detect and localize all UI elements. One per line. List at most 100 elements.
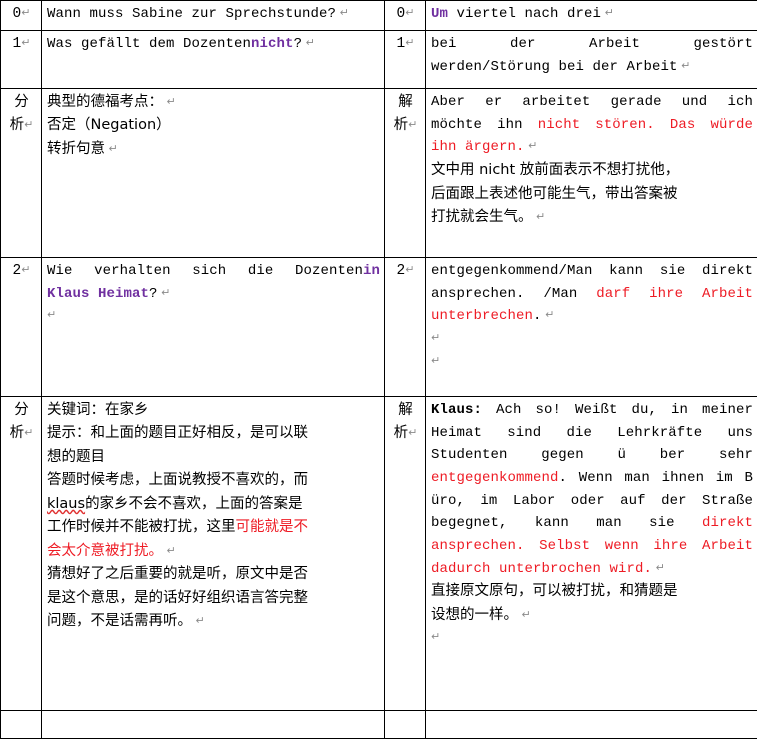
question-number-left: 2↵ xyxy=(1,258,42,397)
text-run: 典型的德福考点： xyxy=(47,94,163,110)
text-run: 问题，不是话需再听。 xyxy=(47,613,192,629)
answer-text-cell: bei der Arbeit gestört werden/Störung bei… xyxy=(426,31,757,89)
text-run: entgegenkommend/Man kann sie direkt xyxy=(431,263,753,279)
text-line: 典型的德福考点： ↵ xyxy=(47,91,380,114)
misspelled-word: klaus xyxy=(47,496,85,512)
text-run: 否定（Negation） xyxy=(47,117,171,133)
text-run: 关键词：在家乡 xyxy=(47,402,149,418)
pilcrow-mark: ↵ xyxy=(24,426,33,439)
text-line: 会太介意被打扰。 ↵ xyxy=(47,540,380,563)
pilcrow-mark: ↵ xyxy=(47,308,56,321)
answer-text: 可能就是不 xyxy=(236,519,309,535)
pilcrow-mark: ↵ xyxy=(678,59,691,72)
text-run: 文中用 nicht 放前面表示不想打扰他， xyxy=(431,162,679,178)
answer-text: 会太介意被打扰。 xyxy=(47,543,163,559)
text-line: 打扰就会生气。 ↵ xyxy=(431,206,753,229)
text-line: entgegenkommend. Wenn man ihnen im B xyxy=(431,467,753,490)
pilcrow-mark: ↵ xyxy=(405,263,414,276)
pilcrow-mark: ↵ xyxy=(21,36,30,49)
speaker-name: Klaus: xyxy=(431,402,482,418)
pilcrow-mark: ↵ xyxy=(601,6,614,19)
text-line: 后面跟上表述他可能生气，带出答案被 xyxy=(431,183,753,206)
label-char: 解 xyxy=(390,91,421,114)
answer-text: ihn ärgern. xyxy=(431,139,525,155)
text-run: ansprechen. /Man xyxy=(431,286,596,302)
question-number-right: 1↵ xyxy=(385,31,426,89)
text-run: Ach so! Weißt du, in meiner xyxy=(482,402,753,418)
pilcrow-mark: ↵ xyxy=(652,561,665,574)
text-line: Was gefällt dem Dozentennicht? ↵ xyxy=(47,33,380,56)
pilcrow-mark: ↵ xyxy=(408,426,417,439)
text-run: Studenten gegen ü ber sehr xyxy=(431,447,753,463)
empty-line: ↵ xyxy=(431,351,753,374)
table-body: 0↵Wann muss Sabine zur Sprechstunde? ↵0↵… xyxy=(1,1,757,739)
text-line: Um viertel nach drei ↵ xyxy=(431,3,753,26)
highlight-keyword: Um xyxy=(431,6,448,22)
label-char: 分 xyxy=(6,91,37,114)
text-line: 工作时候并不能被打扰，这里可能就是不 xyxy=(47,516,380,539)
highlight-keyword: Klaus Heimat xyxy=(47,286,149,302)
table-row: 1↵Was gefällt dem Dozentennicht? ↵1↵bei … xyxy=(1,31,757,89)
question-text: Wann muss Sabine zur Sprechstunde? ↵ xyxy=(42,1,385,31)
text-run: ? xyxy=(149,286,158,302)
highlight-keyword: nicht xyxy=(251,36,294,52)
pilcrow-mark: ↵ xyxy=(431,630,440,643)
label-char: 析↵ xyxy=(390,114,421,137)
text-run: Heimat sind die Lehrkräfte uns xyxy=(431,425,753,441)
analysis-label-left: 分析↵ xyxy=(1,397,42,711)
pilcrow-mark: ↵ xyxy=(525,139,538,152)
text-run: 设想的一样。 xyxy=(431,607,518,623)
text-line: bei der Arbeit gestört xyxy=(431,33,753,56)
qa-analysis-table: 0↵Wann muss Sabine zur Sprechstunde? ↵0↵… xyxy=(0,0,757,739)
text-run: begegnet, kann man sie xyxy=(431,515,702,531)
text-line: 设想的一样。 ↵ xyxy=(431,604,753,627)
text-run: 后面跟上表述他可能生气，带出答案被 xyxy=(431,186,678,202)
pilcrow-mark: ↵ xyxy=(24,118,33,131)
pilcrow-mark: ↵ xyxy=(431,354,440,367)
text-line: Klaus Heimat? ↵ xyxy=(47,283,380,306)
text-line: ansprechen. /Man darf ihre Arbeit xyxy=(431,283,753,306)
table-row: 0↵Wann muss Sabine zur Sprechstunde? ↵0↵… xyxy=(1,1,757,31)
text-run: 答题时候考虑，上面说教授不喜欢的，而 xyxy=(47,472,308,488)
text-run: Was gefällt dem Dozenten xyxy=(47,36,251,52)
answer-text: unterbrechen xyxy=(431,308,533,324)
pilcrow-mark: ↵ xyxy=(163,544,176,557)
pilcrow-mark: ↵ xyxy=(405,6,414,19)
text-line: 直接原文原句，可以被打扰，和猜题是 xyxy=(431,580,753,603)
analysis-label-right: 解析↵ xyxy=(385,397,426,711)
text-run: 是这个意思，是的话好好组织语言答完整 xyxy=(47,590,308,606)
document-page: 0↵Wann muss Sabine zur Sprechstunde? ↵0↵… xyxy=(0,0,757,739)
table-row: 分析↵典型的德福考点： ↵否定（Negation）转折句意 ↵解析↵Aber e… xyxy=(1,89,757,258)
text-line: Studenten gegen ü ber sehr xyxy=(431,444,753,467)
text-run: . xyxy=(533,308,542,324)
question-number-right: 0↵ xyxy=(385,1,426,31)
label-char: 分 xyxy=(6,399,37,422)
highlight-keyword: in xyxy=(363,263,380,279)
text-run: 的家乡不会不喜欢，上面的答案是 xyxy=(85,496,303,512)
text-line: Klaus: Ach so! Weißt du, in meiner xyxy=(431,399,753,422)
analysis-label-left: 分析↵ xyxy=(1,89,42,258)
pilcrow-mark: ↵ xyxy=(542,308,555,321)
text-run: 想的题目 xyxy=(47,449,105,465)
pilcrow-mark: ↵ xyxy=(158,286,171,299)
pilcrow-mark: ↵ xyxy=(105,142,118,155)
pilcrow-mark: ↵ xyxy=(336,6,349,19)
text-run: 转折句意 xyxy=(47,141,105,157)
analysis-text-right: Aber er arbeitet gerade und ichmöchte ih… xyxy=(426,89,757,258)
pilcrow-mark: ↵ xyxy=(533,210,546,223)
label-char: 解 xyxy=(390,399,421,422)
text-run: Wie verhalten sich die Dozenten xyxy=(47,263,363,279)
table-row: 分析↵关键词：在家乡提示：和上面的题目正好相反，是可以联想的题目答题时候考虑，上… xyxy=(1,397,757,711)
text-line: möchte ihn nicht stören. Das würde xyxy=(431,114,753,137)
pilcrow-mark: ↵ xyxy=(21,263,30,276)
empty-line: ↵ xyxy=(47,305,380,328)
pilcrow-mark: ↵ xyxy=(408,118,417,131)
text-line: klaus的家乡不会不喜欢，上面的答案是 xyxy=(47,493,380,516)
text-line: dadurch unterbrochen wird. ↵ xyxy=(431,558,753,581)
answer-text: darf ihre Arbeit xyxy=(596,286,753,302)
text-line: 关键词：在家乡 xyxy=(47,399,380,422)
text-run: werden/Störung bei der Arbeit xyxy=(431,59,678,75)
text-line: 想的题目 xyxy=(47,446,380,469)
answer-text-cell: Um viertel nach drei ↵ xyxy=(426,1,757,31)
pilcrow-mark: ↵ xyxy=(302,36,315,49)
